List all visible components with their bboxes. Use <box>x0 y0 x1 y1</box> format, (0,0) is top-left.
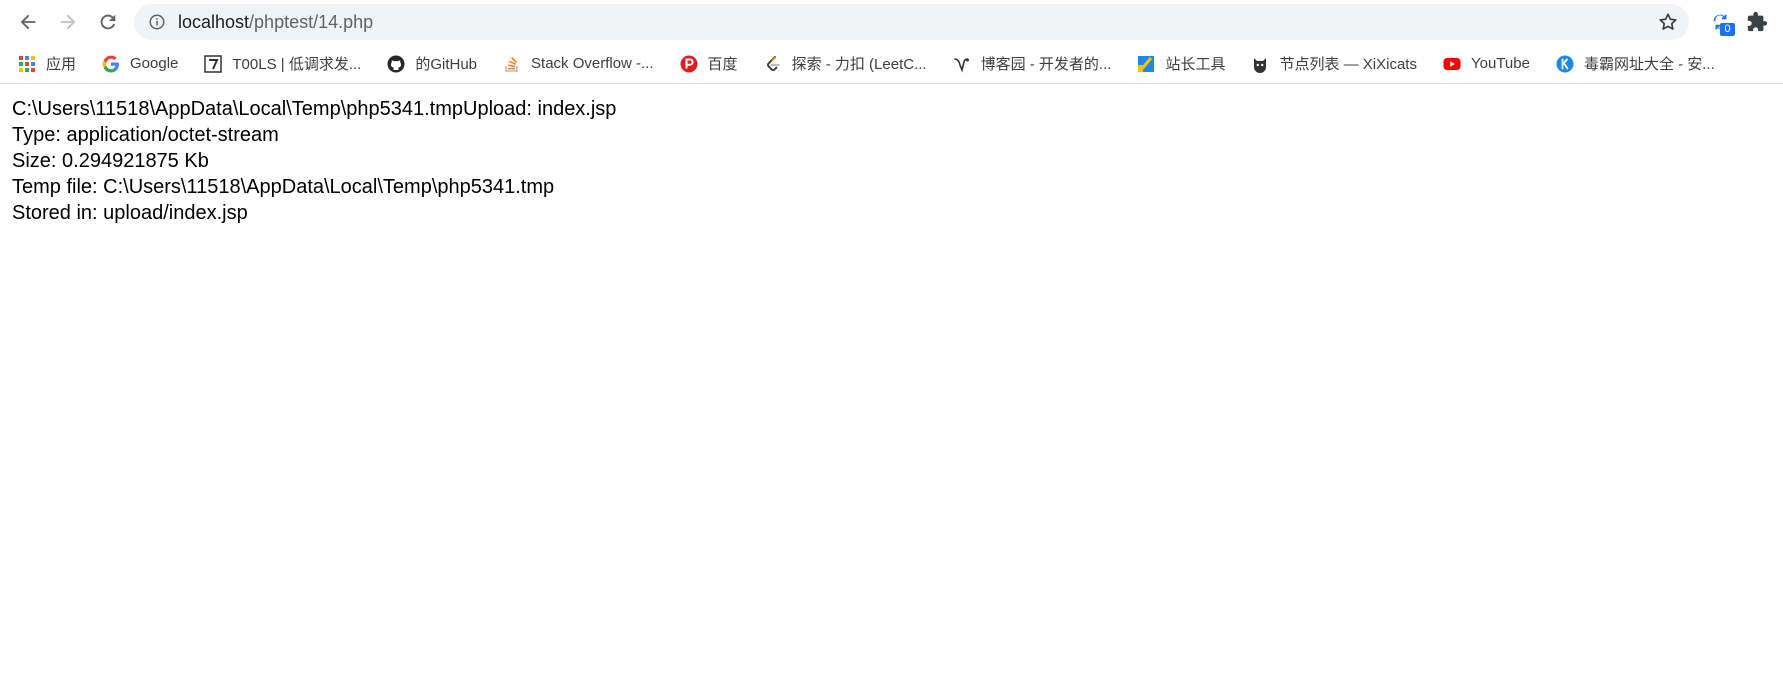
output-line-size: Size: 0.294921875 Kb <box>12 150 209 172</box>
bookmark-label: Stack Overflow -... <box>531 55 654 72</box>
star-icon <box>1659 13 1677 30</box>
bookmark-chinaz[interactable]: 站长工具 <box>1137 53 1225 74</box>
back-button[interactable] <box>10 4 46 40</box>
bookmark-label: YouTube <box>1470 55 1530 72</box>
bookmark-label: 节点列表 — XiXicats <box>1279 56 1417 73</box>
bookmark-leetcode[interactable]: 探索 - 力扣 (LeetC... <box>764 53 927 74</box>
baidu-icon <box>680 55 698 73</box>
github-icon <box>387 55 405 73</box>
sync-extension-button[interactable]: 0 <box>1703 4 1739 40</box>
output-line-upload: C:\Users\11518\AppData\Local\Temp\php534… <box>12 98 617 120</box>
address-bar[interactable]: localhost/phptest/14.php <box>134 4 1689 40</box>
output-line-temp-file: Temp file: C:\Users\11518\AppData\Local\… <box>12 176 555 198</box>
browser-toolbar: localhost/phptest/14.php 0 <box>0 0 1783 44</box>
arrow-left-icon <box>20 14 36 30</box>
cnblogs-icon <box>953 55 971 73</box>
bookmark-google[interactable]: Google <box>102 55 178 73</box>
url-path: /phptest/14.php <box>249 11 374 32</box>
duba-icon <box>1556 55 1574 73</box>
site-info-button[interactable] <box>148 13 166 31</box>
arrow-right-icon <box>60 14 76 30</box>
google-icon <box>102 55 120 73</box>
bookmarks-bar: 应用 Google T00LS | 低调求发... 的GitHub Stack … <box>0 44 1783 84</box>
bookmark-label: Google <box>130 55 179 72</box>
page-content: C:\Users\11518\AppData\Local\Temp\php534… <box>0 84 1783 238</box>
youtube-icon <box>1443 55 1461 73</box>
puzzle-icon <box>1747 11 1768 32</box>
bookmark-label: T00LS | 低调求发... <box>232 56 362 73</box>
bookmark-label: 的GitHub <box>415 56 478 73</box>
stackoverflow-icon <box>503 55 521 73</box>
extensions-menu-button[interactable] <box>1739 4 1775 40</box>
url-text[interactable]: localhost/phptest/14.php <box>178 12 1657 33</box>
bookmark-label: 毒霸网址大全 - 安... <box>1583 56 1715 73</box>
forward-button[interactable] <box>50 4 86 40</box>
leetcode-icon <box>764 55 782 73</box>
extensions-area: 0 <box>1703 4 1775 40</box>
url-host: localhost <box>178 11 250 32</box>
bookmark-baidu[interactable]: 百度 <box>680 53 738 74</box>
bookmark-label: 站长工具 <box>1165 56 1226 73</box>
output-line-type: Type: application/octet-stream <box>12 124 279 146</box>
output-line-stored-in: Stored in: upload/index.jsp <box>12 202 248 224</box>
bookmark-tools[interactable]: T00LS | 低调求发... <box>204 53 361 74</box>
browser-window: localhost/phptest/14.php 0 应用 Google T00… <box>0 0 1783 674</box>
bookmark-duba[interactable]: 毒霸网址大全 - 安... <box>1556 53 1715 74</box>
reload-button[interactable] <box>90 4 126 40</box>
reload-icon <box>100 14 116 30</box>
bookmark-star-button[interactable] <box>1657 11 1679 33</box>
bookmark-youtube[interactable]: YouTube <box>1443 55 1530 73</box>
bookmark-label: 百度 <box>707 56 738 73</box>
bookmark-xixicats[interactable]: 节点列表 — XiXicats <box>1251 53 1417 74</box>
extension-badge: 0 <box>1720 23 1735 36</box>
tools-icon <box>204 54 223 73</box>
bookmark-github[interactable]: 的GitHub <box>387 53 477 74</box>
bookmark-stackoverflow[interactable]: Stack Overflow -... <box>503 55 654 73</box>
bookmark-label: 博客园 - 开发者的... <box>980 56 1112 73</box>
chinaz-icon <box>1137 55 1155 73</box>
xixicats-icon <box>1251 55 1269 73</box>
bookmark-apps[interactable]: 应用 <box>18 53 76 74</box>
apps-grid-icon <box>18 55 36 73</box>
bookmark-label: 探索 - 力扣 (LeetC... <box>791 56 927 73</box>
bookmark-cnblogs[interactable]: 博客园 - 开发者的... <box>953 53 1112 74</box>
info-icon <box>149 14 165 30</box>
bookmark-label: 应用 <box>46 56 77 73</box>
